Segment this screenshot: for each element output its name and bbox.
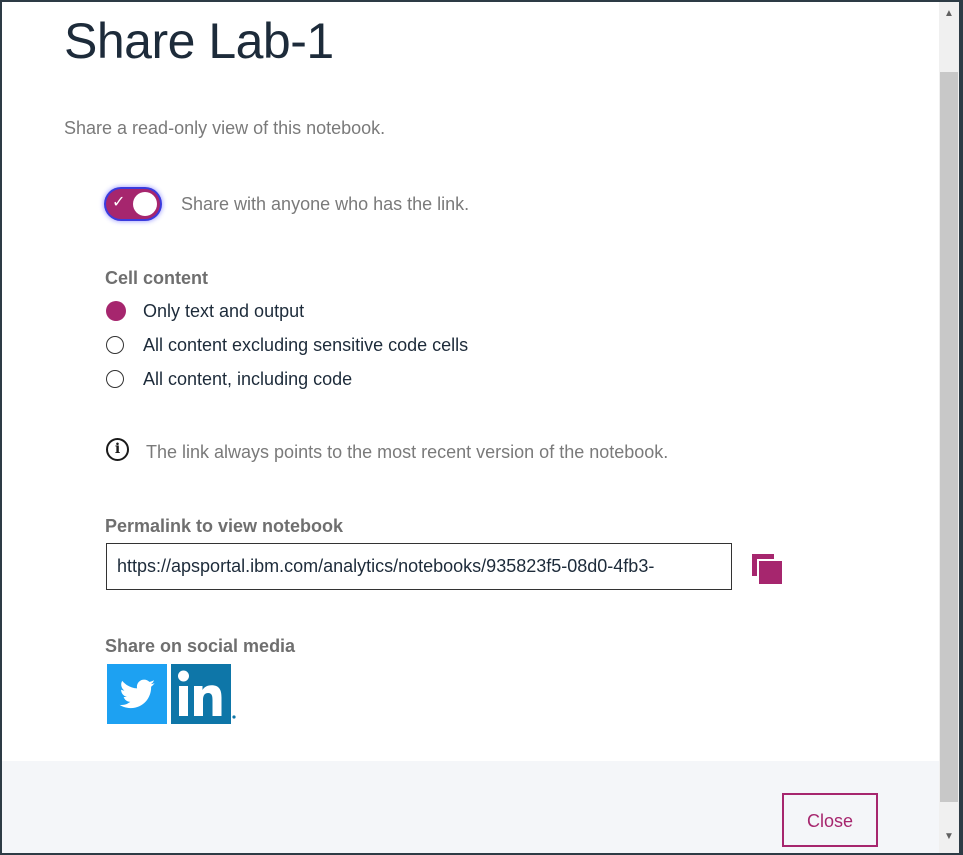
- dialog-title: Share Lab-1: [64, 13, 334, 69]
- dialog-subtitle: Share a read-only view of this notebook.: [64, 118, 386, 138]
- checkmark-icon: ✓: [112, 194, 126, 211]
- social-media-heading: Share on social media: [105, 636, 296, 656]
- toggle-knob: [133, 192, 157, 216]
- info-icon: i: [106, 438, 129, 461]
- scroll-up-icon[interactable]: ▲: [939, 6, 959, 22]
- radio-button[interactable]: [106, 370, 124, 388]
- radio-label: All content, including code: [143, 369, 353, 389]
- scrollbar-thumb[interactable]: [940, 72, 958, 802]
- radio-button-selected[interactable]: [106, 301, 126, 321]
- close-button[interactable]: Close: [782, 793, 878, 847]
- cell-content-heading: Cell content: [105, 268, 209, 288]
- share-dialog: Share Lab-1 Share a read-only view of th…: [2, 2, 939, 853]
- permalink-heading: Permalink to view notebook: [105, 516, 344, 536]
- scroll-down-icon[interactable]: ▼: [939, 829, 959, 845]
- info-text: The link always points to the most recen…: [146, 442, 669, 462]
- vertical-scrollbar[interactable]: ▲ ▼: [939, 2, 959, 853]
- radio-label: All content excluding sensitive code cel…: [143, 335, 469, 355]
- share-link-toggle-label: Share with anyone who has the link.: [181, 194, 470, 214]
- share-link-toggle[interactable]: ✓: [106, 189, 160, 219]
- twitter-icon[interactable]: [107, 664, 167, 724]
- radio-button[interactable]: [106, 336, 124, 354]
- copy-icon[interactable]: [751, 553, 783, 585]
- linkedin-icon[interactable]: [171, 664, 237, 724]
- radio-label: Only text and output: [143, 301, 305, 321]
- permalink-input[interactable]: [106, 543, 732, 590]
